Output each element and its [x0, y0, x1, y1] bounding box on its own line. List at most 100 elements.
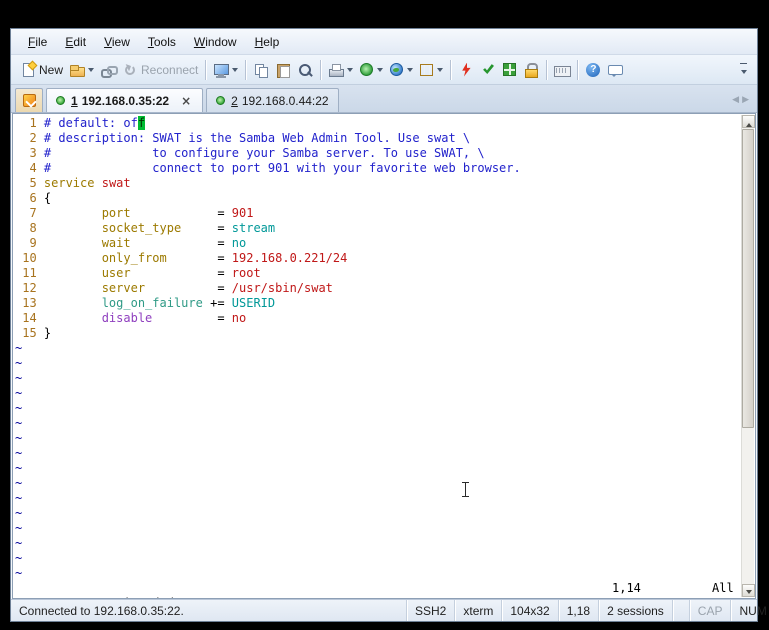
- terminal-screen[interactable]: 1 # default: off 2 # description: SWAT i…: [13, 114, 755, 581]
- keymap-button[interactable]: [416, 60, 446, 80]
- overflow-bar: [740, 62, 747, 64]
- keyboard-icon: [554, 62, 572, 78]
- find-button[interactable]: [294, 60, 316, 80]
- quick-connect-button[interactable]: [97, 60, 119, 80]
- menu-tools[interactable]: Tools: [139, 31, 185, 53]
- confirm-button[interactable]: [477, 60, 499, 80]
- terminal-area[interactable]: 1 # default: off 2 # description: SWAT i…: [12, 113, 756, 599]
- tab-close-button[interactable]: ×: [179, 95, 193, 107]
- print-button[interactable]: [325, 60, 356, 80]
- line-number: 8: [15, 221, 44, 235]
- empty-line-tilde: ~: [15, 431, 23, 445]
- line-number: 12: [15, 281, 44, 295]
- terminal-line: ~: [15, 341, 755, 356]
- terminal-line: 3 # to configure your Samba server. To u…: [15, 146, 485, 160]
- scrollbar-thumb[interactable]: [742, 129, 754, 428]
- line-number: 2: [15, 131, 44, 145]
- chevron-down-icon: [88, 68, 95, 75]
- connect-button[interactable]: [66, 60, 97, 80]
- terminal-line: 9 wait = no: [15, 236, 247, 250]
- line-number: 10: [15, 251, 44, 265]
- terminal-line: ~: [15, 566, 755, 581]
- options-button[interactable]: [356, 60, 386, 79]
- empty-line-tilde: ~: [15, 356, 23, 370]
- tab-scroll-arrows: ◀▶: [732, 95, 752, 105]
- chat-bubble-icon: [607, 62, 624, 78]
- empty-line-tilde: ~: [15, 341, 23, 355]
- copy-button[interactable]: [250, 60, 272, 80]
- reload-icon: [122, 62, 138, 78]
- terminal-scrollbar[interactable]: [741, 115, 755, 597]
- session-manager-tab[interactable]: [15, 88, 43, 112]
- empty-line-tilde: ~: [15, 446, 23, 460]
- session-view-button[interactable]: [210, 60, 241, 80]
- menu-file[interactable]: File: [19, 31, 56, 53]
- terminal-line: ~: [15, 491, 755, 506]
- paste-button[interactable]: [272, 60, 294, 80]
- new-session-label: New: [39, 62, 64, 77]
- status-spacer: [673, 600, 690, 621]
- status-bar: Connected to 192.168.0.35:22. SSH2 xterm…: [11, 599, 767, 621]
- chevron-down-icon: [377, 68, 384, 75]
- search-icon: [297, 62, 313, 78]
- tab-label: 1 192.168.0.35:22: [71, 93, 170, 108]
- terminal-line: ~: [15, 551, 755, 566]
- web-button[interactable]: [386, 60, 416, 79]
- menu-edit[interactable]: Edit: [56, 31, 95, 53]
- tab-session-1[interactable]: 1 192.168.0.35:22 ×: [46, 88, 204, 112]
- menu-window[interactable]: Window: [185, 31, 246, 53]
- line-number: 6: [15, 191, 44, 205]
- keyboard-button[interactable]: [551, 60, 573, 80]
- terminal-line: 1 # default: off: [15, 116, 146, 130]
- scrollbar-up-button[interactable]: [742, 115, 755, 128]
- empty-line-tilde: ~: [15, 491, 23, 505]
- new-session-button[interactable]: New: [17, 60, 66, 80]
- line-number: 15: [15, 326, 44, 340]
- menu-bar: File Edit View Tools Window Help: [11, 29, 757, 55]
- chevron-down-icon: [740, 69, 747, 77]
- connected-status-icon: [56, 96, 65, 105]
- line-number: 5: [15, 176, 44, 190]
- empty-line-tilde: ~: [15, 566, 23, 580]
- chevron-down-icon: [407, 68, 414, 75]
- security-button[interactable]: [520, 60, 542, 80]
- status-caps-lock: CAP: [690, 600, 732, 621]
- status-connected: Connected to 192.168.0.35:22.: [11, 600, 407, 621]
- line-number: 3: [15, 146, 44, 160]
- help-button[interactable]: [582, 60, 604, 80]
- globe-icon: [390, 63, 404, 76]
- print-icon: [328, 62, 345, 78]
- feedback-button[interactable]: [604, 60, 626, 80]
- tile-grid-icon: [503, 63, 517, 76]
- chevron-down-icon: [347, 68, 354, 75]
- tab-label: 2 192.168.0.44:22: [231, 93, 329, 108]
- empty-line-tilde: ~: [15, 461, 23, 475]
- scrollbar-down-button[interactable]: [742, 584, 755, 597]
- toolbar-separator: [245, 59, 247, 80]
- terminal-line: ~: [15, 461, 755, 476]
- line-number: 13: [15, 296, 44, 310]
- terminal-line: ~: [15, 521, 755, 536]
- menu-view[interactable]: View: [95, 31, 139, 53]
- status-session-count: 2 sessions: [599, 600, 673, 621]
- line-number: 4: [15, 161, 44, 175]
- status-terminal-size: 104x32: [502, 600, 559, 621]
- toolbar-overflow-button[interactable]: [736, 61, 751, 79]
- disconnect-button[interactable]: [455, 60, 477, 80]
- terminal-line: 2 # description: SWAT is the Samba Web A…: [15, 131, 471, 145]
- menu-help[interactable]: Help: [246, 31, 289, 53]
- status-protocol: SSH2: [407, 600, 456, 621]
- tile-sessions-button[interactable]: [499, 60, 520, 79]
- terminal-line: ~: [15, 446, 755, 461]
- tab-session-2[interactable]: 2 192.168.0.44:22: [206, 88, 339, 112]
- empty-line-tilde: ~: [15, 416, 23, 430]
- toolbar-separator: [546, 59, 548, 80]
- terminal-line: ~: [15, 431, 755, 446]
- new-session-icon: [20, 62, 36, 78]
- link-icon: [100, 62, 119, 78]
- terminal-line: 10 only_from = 192.168.0.221/24: [15, 251, 348, 265]
- vim-status-line: "/etc/xinetd.d/swat" 15L, 369C 1,14 All: [15, 581, 755, 598]
- tab-bar: 1 192.168.0.35:22 × 2 192.168.0.44:22 ◀▶: [11, 85, 757, 113]
- empty-line-tilde: ~: [15, 386, 23, 400]
- connected-status-icon: [216, 96, 226, 105]
